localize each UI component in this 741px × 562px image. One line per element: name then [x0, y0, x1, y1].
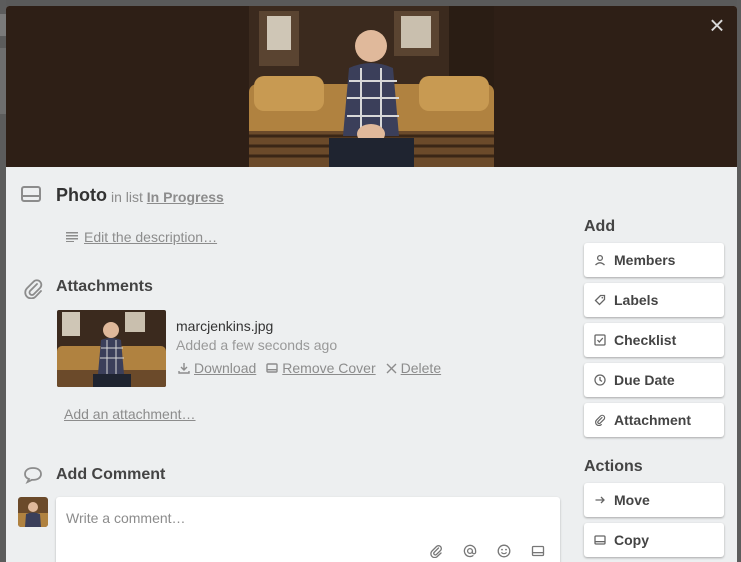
members-button[interactable]: Members — [584, 243, 724, 277]
in-list-prefix: in list — [111, 189, 143, 205]
attachment-file-name: marcjenkins.jpg — [176, 318, 274, 334]
actions-heading: Actions — [584, 458, 643, 475]
add-heading: Add — [584, 218, 616, 235]
card-icon — [21, 186, 41, 202]
attachment-button[interactable]: Attachment — [584, 403, 724, 437]
comment-box — [56, 497, 560, 562]
cover-image — [249, 6, 494, 167]
attachment-label: Attachment — [614, 412, 692, 428]
edit-description-link[interactable]: Edit the description… — [84, 229, 217, 245]
attachment-actions: Download Remove Cover Delete — [178, 360, 441, 376]
clock-icon — [594, 374, 606, 386]
download-label: Download — [194, 360, 257, 376]
labels-button[interactable]: Labels — [584, 283, 724, 317]
card-cover: × — [6, 6, 737, 167]
card-icon[interactable] — [530, 543, 546, 559]
members-label: Members — [614, 252, 676, 268]
due-date-label: Due Date — [614, 372, 675, 388]
card-title[interactable]: Photo — [56, 185, 107, 206]
list-link[interactable]: In Progress — [147, 189, 224, 205]
copy-button[interactable]: Copy — [584, 523, 724, 557]
close-icon — [386, 363, 397, 373]
emoji-icon[interactable] — [496, 543, 512, 559]
checkbox-icon — [594, 334, 606, 346]
attachments-heading: Attachments — [56, 278, 153, 295]
delete-label: Delete — [400, 360, 442, 376]
download-icon — [178, 363, 190, 374]
checklist-button[interactable]: Checklist — [584, 323, 724, 357]
due-date-button[interactable]: Due Date — [584, 363, 724, 397]
avatar[interactable] — [18, 497, 48, 527]
mention-icon[interactable] — [462, 543, 478, 559]
move-label: Move — [614, 492, 650, 508]
paperclip-icon — [24, 279, 43, 299]
arrow-right-icon — [594, 494, 606, 506]
attachment-thumbnail[interactable] — [57, 310, 166, 387]
comment-tools — [428, 543, 546, 559]
list-reference: in list In Progress — [111, 189, 224, 205]
description-icon — [66, 232, 78, 242]
paperclip-icon — [594, 414, 606, 426]
remove-cover-label: Remove Cover — [282, 360, 376, 376]
close-button[interactable]: × — [703, 12, 731, 40]
comment-icon — [24, 467, 42, 484]
background-right-edge — [737, 0, 741, 562]
copy-label: Copy — [614, 532, 649, 548]
checklist-label: Checklist — [614, 332, 677, 348]
attachment-added-time: Added a few seconds ago — [176, 337, 338, 353]
attachment-icon[interactable] — [428, 543, 444, 559]
add-attachment-link[interactable]: Add an attachment… — [64, 406, 196, 422]
person-icon — [594, 254, 606, 266]
remove-cover-button[interactable]: Remove Cover — [266, 360, 376, 376]
add-comment-heading: Add Comment — [56, 466, 166, 483]
card-icon — [266, 363, 278, 373]
delete-button[interactable]: Delete — [386, 360, 441, 376]
card-icon — [594, 534, 606, 546]
comment-input[interactable] — [66, 507, 546, 529]
card-detail-modal: × Photo in list In Progress Edit the des… — [6, 6, 737, 562]
labels-label: Labels — [614, 292, 659, 308]
tag-icon — [594, 294, 606, 306]
move-button[interactable]: Move — [584, 483, 724, 517]
download-button[interactable]: Download — [178, 360, 256, 376]
